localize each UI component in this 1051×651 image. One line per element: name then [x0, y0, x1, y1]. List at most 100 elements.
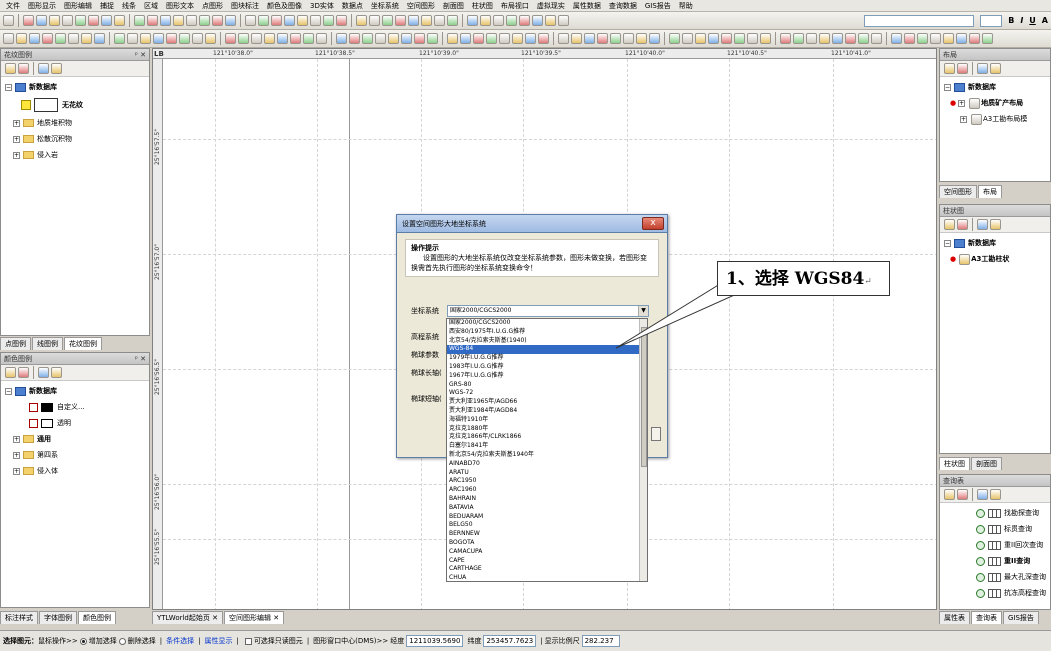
toolbar-tool-icon[interactable] — [571, 33, 582, 44]
query-item[interactable]: 重II回次查询 — [976, 537, 1046, 553]
menu-item[interactable]: 文件 — [2, 0, 24, 11]
toolbar-tool-icon[interactable] — [506, 15, 517, 26]
toolbar-tool-icon[interactable] — [538, 33, 549, 44]
toolbar-tool-icon[interactable] — [42, 33, 53, 44]
toolbar-tool-icon[interactable] — [336, 15, 347, 26]
dropdown-option[interactable]: GRS-80 — [447, 381, 647, 390]
folder-icon[interactable] — [990, 63, 1001, 74]
toolbar-tool-icon[interactable] — [297, 15, 308, 26]
menu-item[interactable]: 3D实体 — [306, 0, 338, 11]
menu-item[interactable]: 区域 — [140, 0, 162, 11]
dropdown-option[interactable]: BELG50 — [447, 521, 647, 530]
toolbar-tool-icon[interactable] — [499, 33, 510, 44]
toolbar-tool-icon[interactable] — [597, 33, 608, 44]
menu-item[interactable]: 布局视口 — [497, 0, 533, 11]
toolbar-tool-icon[interactable] — [251, 33, 262, 44]
toolbar-tool-icon[interactable] — [473, 33, 484, 44]
toolbar-tool-icon[interactable] — [512, 33, 523, 44]
toolbar-tool-icon[interactable] — [81, 33, 92, 44]
view-icon[interactable] — [977, 63, 988, 74]
toolbar-tool-icon[interactable] — [264, 33, 275, 44]
menu-item[interactable]: 查询数据 — [605, 0, 641, 11]
toolbar-tool-icon[interactable] — [375, 33, 386, 44]
legend-view-icon[interactable] — [38, 63, 49, 74]
toolbar-tool-icon[interactable] — [584, 33, 595, 44]
toolbar-tool-icon[interactable] — [414, 33, 425, 44]
toolbar-tool-icon[interactable] — [558, 33, 569, 44]
toolbar-tool-icon[interactable] — [101, 15, 112, 26]
folder-icon[interactable] — [990, 489, 1001, 500]
tree-root[interactable]: − 新数据库 — [5, 383, 145, 399]
toolbar-tool-icon[interactable] — [114, 33, 125, 44]
dropdown-option[interactable]: CHUA — [447, 574, 647, 581]
toolbar-tool-icon[interactable] — [734, 33, 745, 44]
tab-pattern-legend[interactable]: 花纹图例 — [64, 337, 102, 350]
toolbar-tool-icon[interactable] — [166, 33, 177, 44]
tab-query-table[interactable]: 查询表 — [971, 611, 1002, 624]
condition-select-link[interactable]: 条件选择 — [166, 636, 194, 646]
layout-item[interactable]: + A3工勘布局模 — [944, 111, 1046, 127]
toolbar-tool-icon[interactable] — [245, 15, 256, 26]
toolbar-tool-icon[interactable] — [721, 33, 732, 44]
dropdown-option[interactable]: 1983年I.U.G.G推荐 — [447, 363, 647, 372]
dropdown-option[interactable]: BEDUARAM — [447, 513, 647, 522]
menu-item[interactable]: 数据点 — [338, 0, 367, 11]
toolbar-tool-icon[interactable] — [493, 15, 504, 26]
toolbar-tool-icon[interactable] — [284, 15, 295, 26]
toolbar-tool-icon[interactable] — [467, 15, 478, 26]
attribute-show-link[interactable]: 属性显示 — [204, 636, 232, 646]
tree-root[interactable]: − 新数据库 — [5, 79, 145, 95]
dropdown-option[interactable]: BAHRAIN — [447, 495, 647, 504]
tab-font-legend[interactable]: 字体图例 — [39, 611, 77, 624]
toolbar-tool-icon[interactable] — [199, 15, 210, 26]
dropdown-option[interactable]: 海福特1910年 — [447, 416, 647, 425]
toolbar-tool-icon[interactable] — [858, 33, 869, 44]
menu-item[interactable]: 图形文本 — [162, 0, 198, 11]
toolbar-tool-icon[interactable] — [49, 15, 60, 26]
toolbar-tool-icon[interactable] — [891, 33, 902, 44]
toolbar-tool-icon[interactable] — [460, 33, 471, 44]
del-select-radio[interactable] — [118, 637, 126, 645]
tab-point-legend[interactable]: 点图例 — [0, 337, 31, 350]
menu-item[interactable]: 图形编辑 — [60, 0, 96, 11]
toolbar-tool-icon[interactable] — [427, 33, 438, 44]
toolbar-tool-icon[interactable] — [271, 15, 282, 26]
toolbar-tool-icon[interactable] — [610, 33, 621, 44]
toolbar-tool-icon[interactable] — [356, 15, 367, 26]
menu-item[interactable]: 空间图形 — [403, 0, 439, 11]
toolbar-tool-icon[interactable] — [682, 33, 693, 44]
toolbar-tool-icon[interactable] — [525, 33, 536, 44]
toolbar-tool-icon[interactable] — [205, 33, 216, 44]
toolbar-tool-icon[interactable] — [845, 33, 856, 44]
dropdown-option[interactable]: 新北京54/克拉索夫斯基1940年 — [447, 451, 647, 460]
toolbar-tool-icon[interactable] — [930, 33, 941, 44]
font-size-combo[interactable] — [980, 14, 1003, 27]
toolbar-tool-icon[interactable] — [447, 33, 458, 44]
tab-color-legend[interactable]: 颜色图例 — [78, 611, 116, 624]
toolbar-tool-icon[interactable] — [623, 33, 634, 44]
toolbar-tool-icon[interactable] — [793, 33, 804, 44]
toolbar-tool-icon[interactable] — [55, 33, 66, 44]
tree-folder[interactable]: + 第四系 — [5, 447, 145, 463]
toolbar-tool-icon[interactable] — [23, 15, 34, 26]
tree-item-no-pattern[interactable]: 无花纹 — [5, 95, 145, 115]
tab-spatial-editor[interactable]: 空间图形编辑 ✕ — [223, 611, 285, 624]
toolbar-tool-icon[interactable] — [290, 33, 301, 44]
bold-button[interactable]: B — [1008, 16, 1014, 25]
legend-view-icon[interactable] — [38, 367, 49, 378]
toolbar-tool-icon[interactable] — [323, 15, 334, 26]
dropdown-option[interactable]: WGS-72 — [447, 389, 647, 398]
close-button[interactable]: x — [642, 217, 664, 230]
dropdown-option[interactable]: CAPE — [447, 557, 647, 566]
dropdown-option[interactable]: 贾大利亚1984年/AGD84 — [447, 407, 647, 416]
menu-item[interactable]: 图形显示 — [24, 0, 60, 11]
longitude-field[interactable]: 1211039.5690 — [406, 635, 464, 647]
toolbar-tool-icon[interactable] — [16, 33, 27, 44]
toolbar-tool-icon[interactable] — [336, 33, 347, 44]
toolbar-tool-icon[interactable] — [173, 15, 184, 26]
tool-icon[interactable] — [944, 219, 955, 230]
legend-tool-icon[interactable] — [5, 63, 16, 74]
toolbar-tool-icon[interactable] — [88, 15, 99, 26]
toolbar-tool-icon[interactable] — [114, 15, 125, 26]
toolbar-tool-icon[interactable] — [310, 15, 321, 26]
